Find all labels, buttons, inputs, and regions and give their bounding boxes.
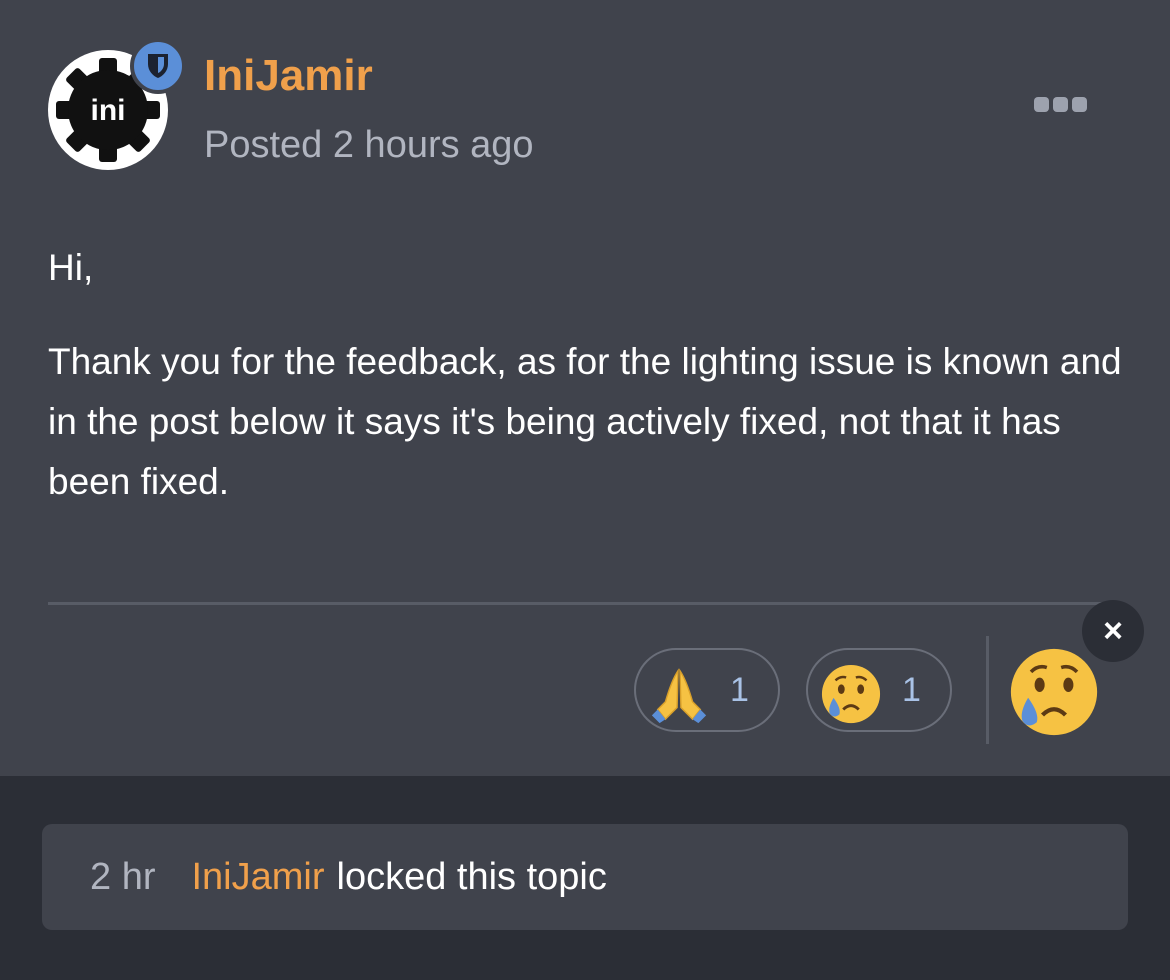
post-body: Hi, Thank you for the feedback, as for t…: [48, 238, 1128, 546]
reaction-count: 1: [902, 671, 921, 709]
folded-hands-icon: [651, 668, 707, 724]
my-reaction-crying-face-icon[interactable]: [1008, 646, 1100, 738]
author-avatar[interactable]: ini: [48, 38, 186, 170]
reaction-folded-hands[interactable]: 1: [634, 648, 780, 732]
shield-icon: [130, 38, 186, 94]
event-action: locked this topic: [336, 855, 607, 898]
close-reaction-button[interactable]: ×: [1082, 600, 1144, 662]
divider: [48, 602, 1124, 605]
topic-event: 2 hr IniJamir locked this topic: [42, 824, 1128, 930]
reaction-count: 1: [730, 671, 749, 709]
event-user[interactable]: IniJamir: [191, 856, 324, 899]
post-paragraph: Thank you for the feedback, as for the l…: [48, 341, 1122, 502]
post-timestamp: Posted 2 hours ago: [204, 124, 534, 166]
reaction-separator: [986, 636, 989, 744]
event-time: 2 hr: [90, 855, 156, 898]
crying-face-icon: [821, 664, 881, 724]
reaction-crying-face[interactable]: 1: [806, 648, 952, 732]
more-icon[interactable]: [1034, 92, 1092, 116]
post-card: ini IniJamir Posted 2 hours ago Hi, Than…: [0, 0, 1170, 776]
svg-text:ini: ini: [91, 94, 126, 127]
post-greeting: Hi,: [48, 247, 94, 288]
author-name[interactable]: IniJamir: [204, 50, 373, 102]
